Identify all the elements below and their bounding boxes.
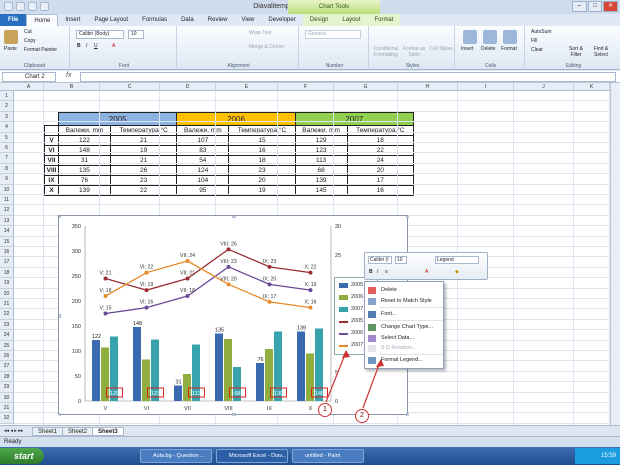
sheet-tab-2[interactable]: Sheet2 — [62, 427, 94, 436]
sheet-nav-icon[interactable]: ◂◂ ◂ ▸ ▸▸ — [4, 428, 23, 434]
annotation-arrows — [325, 350, 384, 409]
arrow-2-head — [376, 359, 384, 367]
sheet-tab-1[interactable]: Sheet1 — [32, 427, 64, 436]
taskbar-item-aula[interactable]: Aula.bg - Question ... — [140, 449, 212, 463]
taskbar-item-paint[interactable]: untitled - Paint — [292, 449, 364, 463]
sheet-tab-3[interactable]: Sheet3 — [92, 427, 124, 436]
start-button[interactable]: start — [0, 448, 44, 464]
arrow-1-head — [342, 350, 350, 358]
status-bar: Ready — [0, 436, 620, 447]
taskbar: start Aula.bg - Question ... Microsoft E… — [0, 447, 620, 465]
taskbar-item-excel[interactable]: Microsoft Excel - Diav... — [216, 449, 288, 463]
sheet-tab-bar: ◂◂ ◂ ▸ ▸▸ Sheet1 Sheet2 Sheet3 — [0, 425, 620, 436]
arrow-1 — [325, 351, 347, 403]
status-text: Ready — [4, 439, 22, 445]
arrow-2 — [362, 361, 381, 409]
clock: 15:59 — [600, 453, 616, 459]
system-tray: 15:59 — [575, 448, 620, 464]
